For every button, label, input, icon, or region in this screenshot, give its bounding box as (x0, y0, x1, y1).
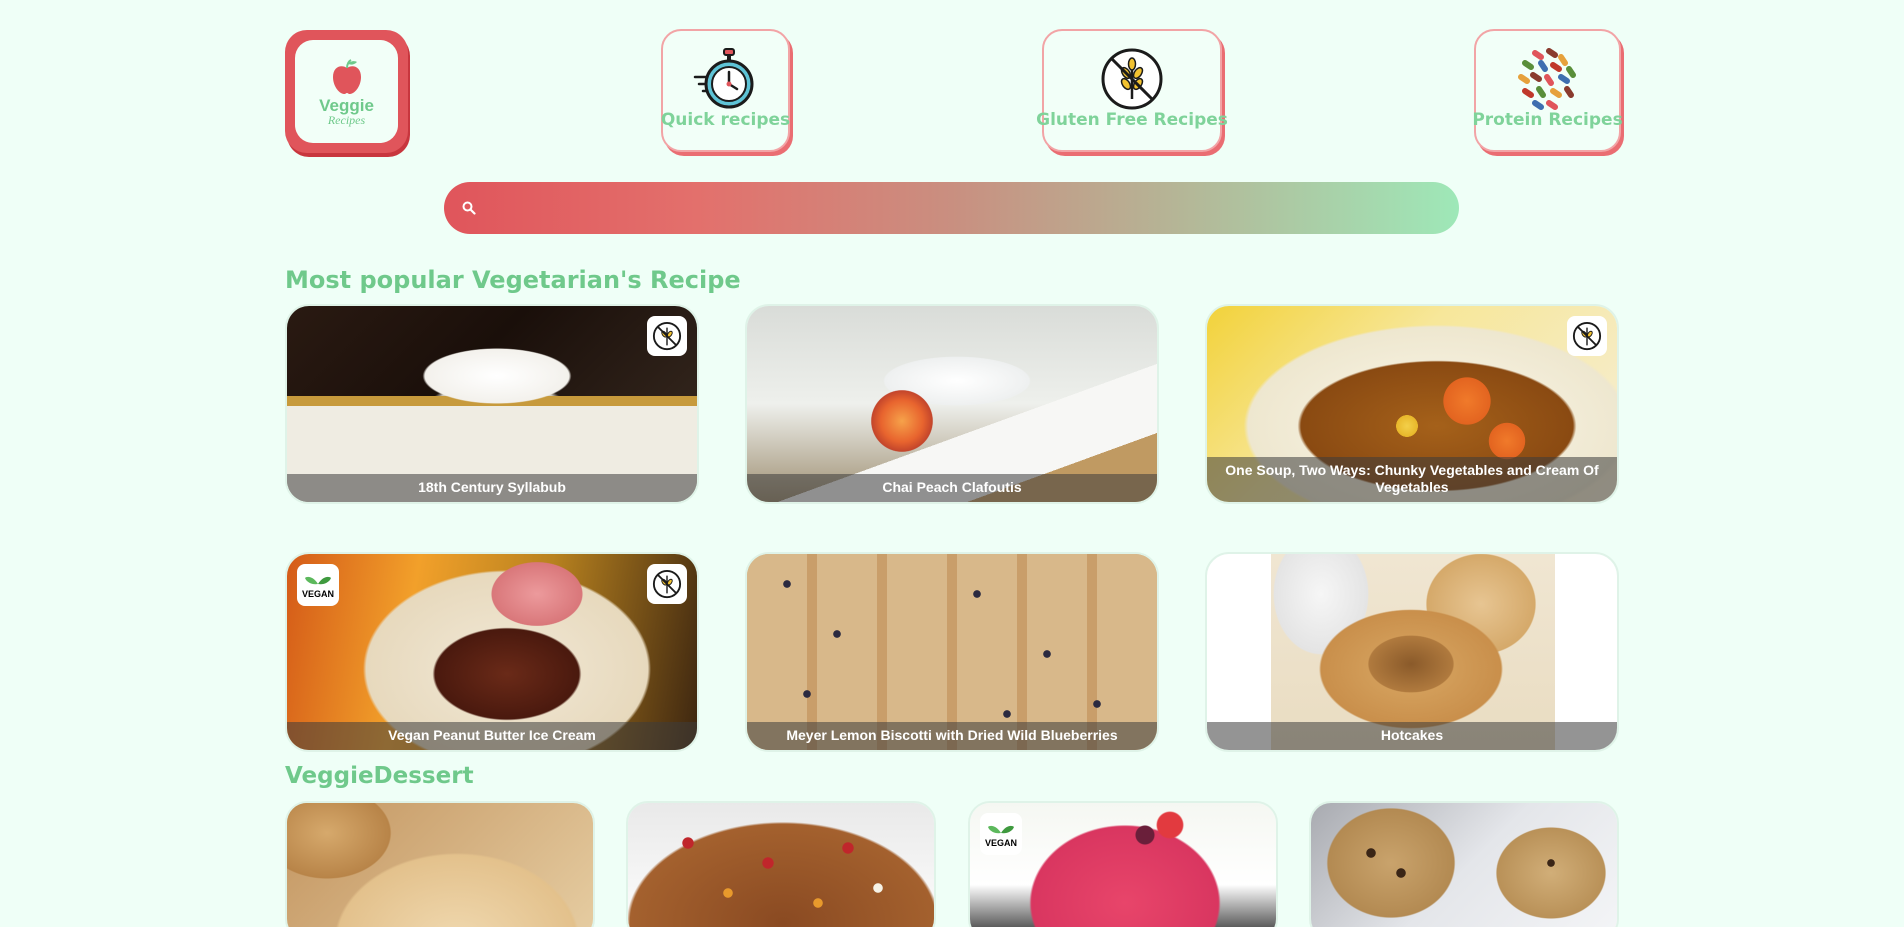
recipe-image (287, 554, 697, 750)
nav-protein-recipes[interactable]: Protein Recipes (1472, 29, 1623, 152)
recipe-card-hotcakes[interactable]: Hotcakes (1205, 552, 1619, 752)
logo-sub: Recipes (327, 112, 366, 127)
nav-gluten-free-label: Gluten Free Recipes (1036, 110, 1228, 130)
dessert-card[interactable] (626, 801, 936, 927)
gluten-free-badge (647, 564, 687, 604)
logo-word: Veggie (319, 95, 374, 115)
vegan-badge: VEGAN (980, 813, 1022, 855)
dessert-image (1311, 803, 1617, 927)
recipe-card-ice-cream[interactable]: VEGAN Vegan Peanut Butter Ice Cream (285, 552, 699, 752)
search-bar[interactable] (444, 182, 1459, 234)
recipe-title: Vegan Peanut Butter Ice Cream (287, 722, 697, 750)
vegan-label: VEGAN (302, 589, 334, 599)
gluten-free-icon (1572, 321, 1602, 351)
recipe-image (747, 554, 1157, 750)
recipe-image (287, 306, 697, 502)
home-logo[interactable]: Veggie Recipes (285, 30, 408, 153)
beans-icon (1517, 48, 1576, 110)
recipe-title: 18th Century Syllabub (287, 474, 697, 502)
dessert-section-title: VeggieDessert (285, 763, 474, 789)
search-input[interactable] (476, 182, 1459, 234)
recipe-card-biscotti[interactable]: Meyer Lemon Biscotti with Dried Wild Blu… (745, 552, 1159, 752)
gluten-free-icon (1101, 48, 1163, 110)
recipe-card-soup[interactable]: One Soup, Two Ways: Chunky Vegetables an… (1205, 304, 1619, 504)
logo-inner: Veggie Recipes (295, 40, 398, 143)
vegan-leaf-icon: VEGAN (985, 825, 1017, 848)
dessert-card[interactable]: VEGAN (968, 801, 1278, 927)
vegan-badge: VEGAN (297, 564, 339, 606)
recipe-card-syllabub[interactable]: 18th Century Syllabub (285, 304, 699, 504)
recipe-title: Chai Peach Clafoutis (747, 474, 1157, 502)
recipe-image (747, 306, 1157, 502)
nav-quick-label: Quick recipes (660, 110, 791, 130)
recipe-title: One Soup, Two Ways: Chunky Vegetables an… (1207, 457, 1617, 502)
gluten-free-icon (652, 321, 682, 351)
recipe-title: Hotcakes (1207, 722, 1617, 750)
gluten-free-icon (652, 569, 682, 599)
nav-gluten-free-recipes[interactable]: Gluten Free Recipes (1036, 29, 1228, 152)
page: Veggie Recipes Quick recipes Gluten Free… (0, 0, 1904, 927)
vegan-leaf-icon: VEGAN (302, 576, 334, 599)
gluten-free-badge (647, 316, 687, 356)
recipe-image (1271, 554, 1555, 750)
dessert-image (287, 803, 593, 927)
gluten-free-badge (1567, 316, 1607, 356)
recipe-title: Meyer Lemon Biscotti with Dried Wild Blu… (747, 722, 1157, 750)
dessert-card[interactable] (1309, 801, 1619, 927)
nav-quick-recipes[interactable]: Quick recipes (661, 29, 790, 152)
popular-section-title: Most popular Vegetarian's Recipe (285, 266, 741, 294)
dessert-card[interactable] (285, 801, 595, 927)
stopwatch-icon (693, 48, 753, 109)
recipe-card-clafoutis[interactable]: Chai Peach Clafoutis (745, 304, 1159, 504)
dessert-image (628, 803, 934, 927)
apple-icon (332, 58, 361, 94)
search-icon[interactable] (462, 201, 476, 215)
vegan-label: VEGAN (985, 838, 1017, 848)
nav-protein-label: Protein Recipes (1472, 110, 1623, 130)
